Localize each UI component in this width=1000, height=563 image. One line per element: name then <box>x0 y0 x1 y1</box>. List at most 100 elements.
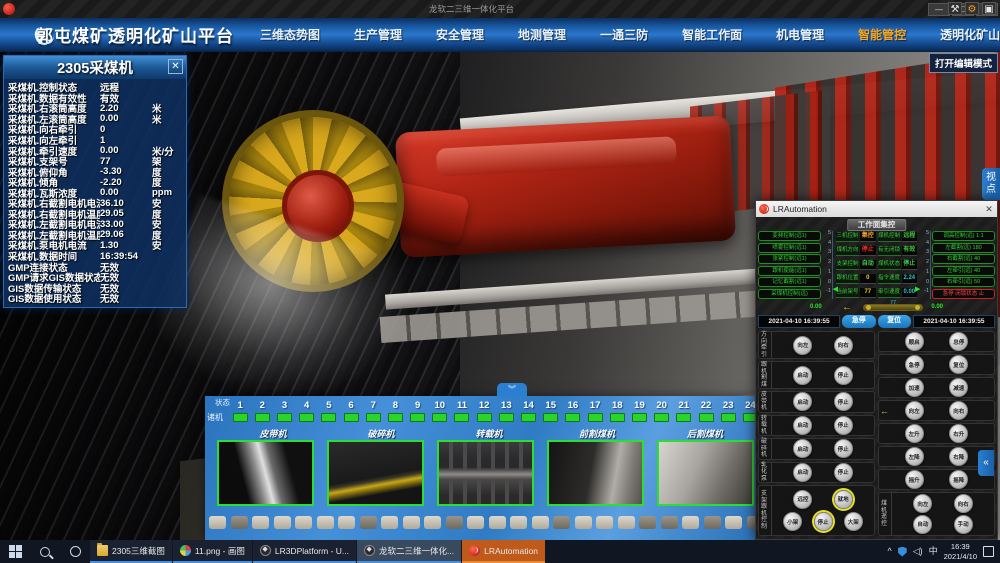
security-shield-icon[interactable] <box>898 547 907 557</box>
tray-expand-icon[interactable]: ^ <box>887 547 891 556</box>
pager-tile[interactable] <box>446 516 463 529</box>
estop-button[interactable]: 急停 <box>842 315 875 328</box>
pager-tile[interactable] <box>360 516 377 529</box>
round-button[interactable]: 自动 <box>913 515 932 534</box>
mode-button[interactable]: 右截割(远) 40 <box>932 254 995 264</box>
pager-tile[interactable] <box>252 516 269 529</box>
channel-status-light[interactable] <box>410 413 425 422</box>
round-button[interactable]: 加速 <box>905 378 924 397</box>
round-button[interactable]: 向左 <box>913 494 932 513</box>
camera-feed[interactable] <box>217 440 314 506</box>
channel-status-light[interactable] <box>632 413 647 422</box>
lr-titlebar[interactable]: LRAutomation ✕ <box>756 201 997 217</box>
reset-button[interactable]: 复位 <box>878 315 911 328</box>
round-button[interactable]: 右降 <box>949 447 968 466</box>
mode-button[interactable]: 记忆截割(远1) <box>758 277 821 287</box>
mode-button[interactable]: 张紧控制(远1) <box>758 254 821 264</box>
channel-status-light[interactable] <box>255 413 270 422</box>
settings-gear-icon[interactable]: ⚙ <box>965 2 979 15</box>
notification-icon[interactable] <box>983 546 994 557</box>
camera-feed[interactable] <box>657 440 754 506</box>
pager-tile[interactable] <box>424 516 441 529</box>
taskbar-app[interactable]: 11.png - 画图 <box>173 540 252 563</box>
pager-tile[interactable] <box>510 516 527 529</box>
channel-status-light[interactable] <box>676 413 691 422</box>
mode-button[interactable]: 跟机使能(远1) <box>758 266 821 276</box>
pager-tile[interactable] <box>403 516 420 529</box>
channel-status-light[interactable] <box>388 413 403 422</box>
channel-status-light[interactable] <box>277 413 292 422</box>
nav-item[interactable]: 透明化矿山 <box>940 26 1000 43</box>
taskbar-app[interactable]: 龙软二三维一体化... <box>357 540 461 563</box>
channel-status-light[interactable] <box>521 413 536 422</box>
round-button[interactable]: 启动 <box>793 366 812 385</box>
nav-item[interactable]: 生产管理 <box>354 26 402 43</box>
round-button[interactable]: 顺启 <box>905 332 924 351</box>
nav-item[interactable]: 地测管理 <box>518 26 566 43</box>
round-button[interactable]: 手动 <box>954 515 973 534</box>
channel-status-light[interactable] <box>454 413 469 422</box>
minimize-button[interactable]: — <box>928 3 950 16</box>
mode-button[interactable]: 急停 闭锁状态 止 <box>932 289 995 299</box>
channel-status-light[interactable] <box>477 413 492 422</box>
channel-status-light[interactable] <box>654 413 669 422</box>
round-button[interactable]: 急停 <box>905 355 924 374</box>
nav-item[interactable]: 一通三防 <box>600 26 648 43</box>
mode-button[interactable]: 左牵引(远) 40 <box>932 266 995 276</box>
pager-tile[interactable] <box>575 516 592 529</box>
channel-status-light[interactable] <box>233 413 248 422</box>
task-view-icon[interactable] <box>60 540 90 563</box>
channel-status-light[interactable] <box>499 413 514 422</box>
round-button[interactable]: 向左 <box>793 336 812 355</box>
channel-status-light[interactable] <box>565 413 580 422</box>
start-button[interactable] <box>0 540 30 563</box>
channel-status-light[interactable] <box>321 413 336 422</box>
side-collapse-tab[interactable]: « <box>978 450 994 476</box>
round-button[interactable]: 停止 <box>834 439 853 458</box>
mode-button[interactable]: 采煤机控制(远) <box>758 289 821 299</box>
round-button[interactable]: 减速 <box>949 378 968 397</box>
round-button[interactable]: 启动 <box>793 463 812 482</box>
channel-status-light[interactable] <box>366 413 381 422</box>
channel-status-light[interactable] <box>721 413 736 422</box>
channel-status-light[interactable] <box>699 413 714 422</box>
pager-tile[interactable] <box>231 516 248 529</box>
channel-status-light[interactable] <box>610 413 625 422</box>
camera-feed[interactable] <box>547 440 644 506</box>
taskbar-app[interactable]: LR3DPlatform - U... <box>253 540 356 563</box>
pager-tile[interactable] <box>489 516 506 529</box>
lr-close-icon[interactable]: ✕ <box>981 204 997 215</box>
round-button[interactable]: 总停 <box>949 332 968 351</box>
mode-button[interactable]: 右牵引(远) 50 <box>932 277 995 287</box>
channel-status-light[interactable] <box>588 413 603 422</box>
volume-icon[interactable]: ◁) <box>913 547 923 556</box>
pager-tile[interactable] <box>467 516 484 529</box>
round-button[interactable]: 停止 <box>834 392 853 411</box>
dock-collapse-icon[interactable]: ︾ <box>497 383 527 397</box>
channel-status-light[interactable] <box>543 413 558 422</box>
channel-status-light[interactable] <box>344 413 359 422</box>
taskbar-app[interactable]: 2305三维截图 <box>90 540 172 563</box>
nav-item[interactable]: 智能工作面 <box>682 26 742 43</box>
round-button[interactable]: 向右 <box>834 336 853 355</box>
round-button[interactable]: 启动 <box>793 416 812 435</box>
round-button[interactable]: 停止 <box>834 416 853 435</box>
slider-track[interactable]: 77 <box>863 304 923 311</box>
pager-tile[interactable] <box>317 516 334 529</box>
camera-feed[interactable] <box>327 440 424 506</box>
round-button[interactable]: 左降 <box>905 447 924 466</box>
mode-button[interactable]: 调高控制(远) 1:1 <box>932 231 995 241</box>
open-edit-mode-button[interactable]: 打开编辑模式 <box>929 53 998 73</box>
pager-tile[interactable] <box>209 516 226 529</box>
pager-tile[interactable] <box>639 516 656 529</box>
ime-indicator[interactable]: 中 <box>929 547 938 556</box>
mode-button[interactable]: 变频控制(远1) <box>758 231 821 241</box>
pager-tile[interactable] <box>381 516 398 529</box>
tools-icon[interactable]: ⚒ <box>948 2 962 15</box>
nav-item[interactable]: 三维态势图 <box>260 26 320 43</box>
round-button[interactable]: 向左 <box>905 401 924 420</box>
round-button[interactable]: 停止 <box>814 512 833 531</box>
round-button[interactable]: 向右 <box>949 401 968 420</box>
channel-status-light[interactable] <box>432 413 447 422</box>
round-button[interactable]: 启动 <box>793 392 812 411</box>
